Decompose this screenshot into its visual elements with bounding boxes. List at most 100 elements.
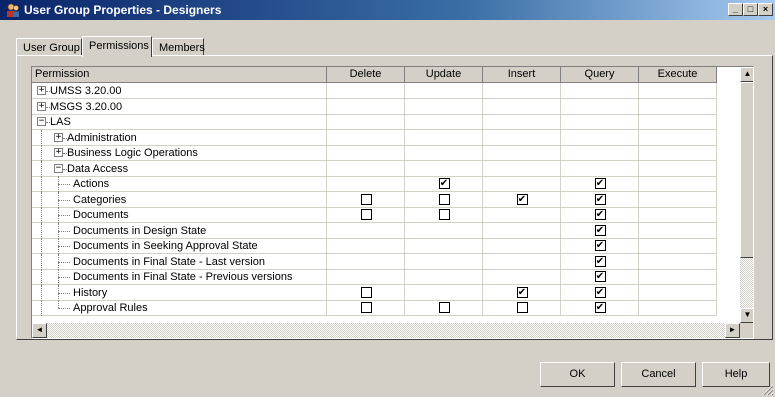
table-row[interactable]: + MSGS 3.20.00: [32, 98, 740, 115]
checked-checkbox[interactable]: ✔: [516, 286, 528, 298]
permission-label: Documents in Seeking Approval State: [73, 240, 258, 252]
checked-checkbox[interactable]: ✔: [594, 240, 606, 251]
unchecked-checkbox[interactable]: [438, 193, 450, 205]
maximize-button[interactable]: □: [743, 3, 758, 16]
title-bar[interactable]: User Group Properties - Designers _ □ ×: [0, 0, 775, 20]
column-header-update[interactable]: Update: [405, 67, 483, 83]
unchecked-checkbox[interactable]: [438, 209, 450, 220]
scroll-down-button[interactable]: ▼: [740, 308, 753, 323]
column-header-permission[interactable]: Permission: [32, 67, 327, 83]
permission-cell-update[interactable]: ✔: [405, 176, 483, 192]
permission-cell-query[interactable]: ✔: [561, 222, 639, 239]
column-header-execute[interactable]: Execute: [639, 67, 717, 83]
permission-cell-query[interactable]: ✔: [561, 269, 639, 285]
ok-button[interactable]: OK: [540, 362, 615, 387]
column-header-insert[interactable]: Insert: [483, 67, 561, 83]
table-row[interactable]: + Business Logic Operations: [32, 145, 740, 161]
checked-checkbox[interactable]: ✔: [594, 224, 606, 236]
expand-icon[interactable]: +: [54, 148, 63, 157]
checked-checkbox[interactable]: ✔: [594, 271, 606, 282]
tree-line: [41, 207, 42, 223]
permission-cell-query[interactable]: ✔: [561, 300, 639, 316]
permission-cell-query[interactable]: ✔: [561, 253, 639, 270]
table-row[interactable]: Documents in Final State - Last version ✔: [32, 253, 740, 270]
table-row[interactable]: + UMSS 3.20.00: [32, 83, 740, 99]
unchecked-checkbox[interactable]: [438, 302, 450, 313]
vertical-scrollbar[interactable]: ▲ ▼: [740, 67, 753, 323]
permission-cell-query[interactable]: ✔: [561, 191, 639, 208]
table-row[interactable]: Actions ✔ ✔: [32, 176, 740, 192]
table-row[interactable]: Documents in Design State ✔: [32, 222, 740, 239]
permission-label: LAS: [50, 116, 71, 128]
table-row[interactable]: Documents in Seeking Approval State ✔: [32, 238, 740, 254]
horizontal-scrollbar[interactable]: ◄ ►: [32, 323, 740, 338]
checked-checkbox[interactable]: ✔: [594, 209, 606, 220]
permission-cell-insert[interactable]: ✔: [483, 284, 561, 301]
unchecked-checkbox[interactable]: [360, 193, 372, 205]
permission-cell-query[interactable]: ✔: [561, 176, 639, 192]
checked-checkbox[interactable]: ✔: [438, 178, 450, 189]
table-row[interactable]: + Administration: [32, 129, 740, 146]
tab-members[interactable]: Members: [152, 38, 205, 56]
permission-cell-delete: [327, 253, 405, 270]
permission-cell-execute: [639, 238, 717, 254]
collapse-icon[interactable]: −: [37, 117, 46, 126]
permission-label: History: [73, 286, 108, 299]
permission-cell-query[interactable]: ✔: [561, 238, 639, 254]
table-row[interactable]: Documents in Final State - Previous vers…: [32, 269, 740, 285]
table-row[interactable]: Approval Rules ✔: [32, 300, 740, 316]
expand-icon[interactable]: +: [37, 86, 46, 95]
permission-label: Data Access: [67, 162, 129, 175]
permission-cell-delete: [327, 176, 405, 192]
tree-line: [41, 145, 42, 161]
resize-grip-icon[interactable]: [762, 384, 774, 396]
permission-cell-query[interactable]: ✔: [561, 207, 639, 223]
table-row[interactable]: − Data Access: [32, 160, 740, 177]
checked-checkbox[interactable]: ✔: [594, 302, 606, 313]
permission-cell-update[interactable]: [405, 300, 483, 316]
expand-icon[interactable]: +: [37, 101, 46, 111]
checked-checkbox[interactable]: ✔: [594, 193, 606, 205]
help-button[interactable]: Help: [702, 362, 770, 387]
permission-cell-delete: [327, 269, 405, 285]
unchecked-checkbox[interactable]: [360, 209, 372, 220]
permission-cell-delete[interactable]: [327, 191, 405, 208]
checked-checkbox[interactable]: ✔: [594, 286, 606, 298]
close-button[interactable]: ×: [758, 3, 773, 16]
permission-cell-delete[interactable]: [327, 300, 405, 316]
column-header-query[interactable]: Query: [561, 67, 639, 83]
scroll-left-button[interactable]: ◄: [32, 323, 47, 338]
permission-cell-insert[interactable]: ✔: [483, 191, 561, 208]
permission-cell-insert[interactable]: [483, 300, 561, 316]
vertical-scroll-thumb[interactable]: [740, 82, 753, 258]
tab-user-group[interactable]: User Group: [16, 38, 82, 56]
permission-cell-query: [561, 145, 639, 161]
collapse-icon[interactable]: −: [54, 163, 63, 173]
scroll-up-button[interactable]: ▲: [740, 67, 753, 82]
column-header-delete[interactable]: Delete: [327, 67, 405, 83]
unchecked-checkbox[interactable]: [360, 286, 372, 298]
expand-icon[interactable]: +: [54, 132, 63, 142]
permissions-grid[interactable]: Permission Delete Update Insert Query Execute…: [31, 66, 754, 339]
checked-checkbox[interactable]: ✔: [594, 178, 606, 189]
checked-checkbox[interactable]: ✔: [594, 255, 606, 267]
permission-cell-delete[interactable]: [327, 284, 405, 301]
permission-cell-delete[interactable]: [327, 207, 405, 223]
table-row[interactable]: Documents ✔: [32, 207, 740, 223]
permission-cell-query: [561, 129, 639, 146]
tab-permissions[interactable]: Permissions: [82, 36, 152, 57]
table-row[interactable]: − LAS: [32, 114, 740, 130]
unchecked-checkbox[interactable]: [516, 302, 528, 313]
unchecked-checkbox[interactable]: [360, 302, 372, 313]
table-row[interactable]: History ✔ ✔: [32, 284, 740, 301]
permission-cell-query[interactable]: ✔: [561, 284, 639, 301]
permission-cell: + UMSS 3.20.00: [32, 83, 327, 99]
scroll-right-button[interactable]: ►: [725, 323, 740, 338]
cancel-button[interactable]: Cancel: [621, 362, 696, 387]
minimize-button[interactable]: _: [728, 3, 743, 16]
permission-label: Approval Rules: [73, 302, 148, 314]
permission-cell-update[interactable]: [405, 191, 483, 208]
table-row[interactable]: Categories ✔ ✔: [32, 191, 740, 208]
permission-cell-update[interactable]: [405, 207, 483, 223]
checked-checkbox[interactable]: ✔: [516, 193, 528, 205]
